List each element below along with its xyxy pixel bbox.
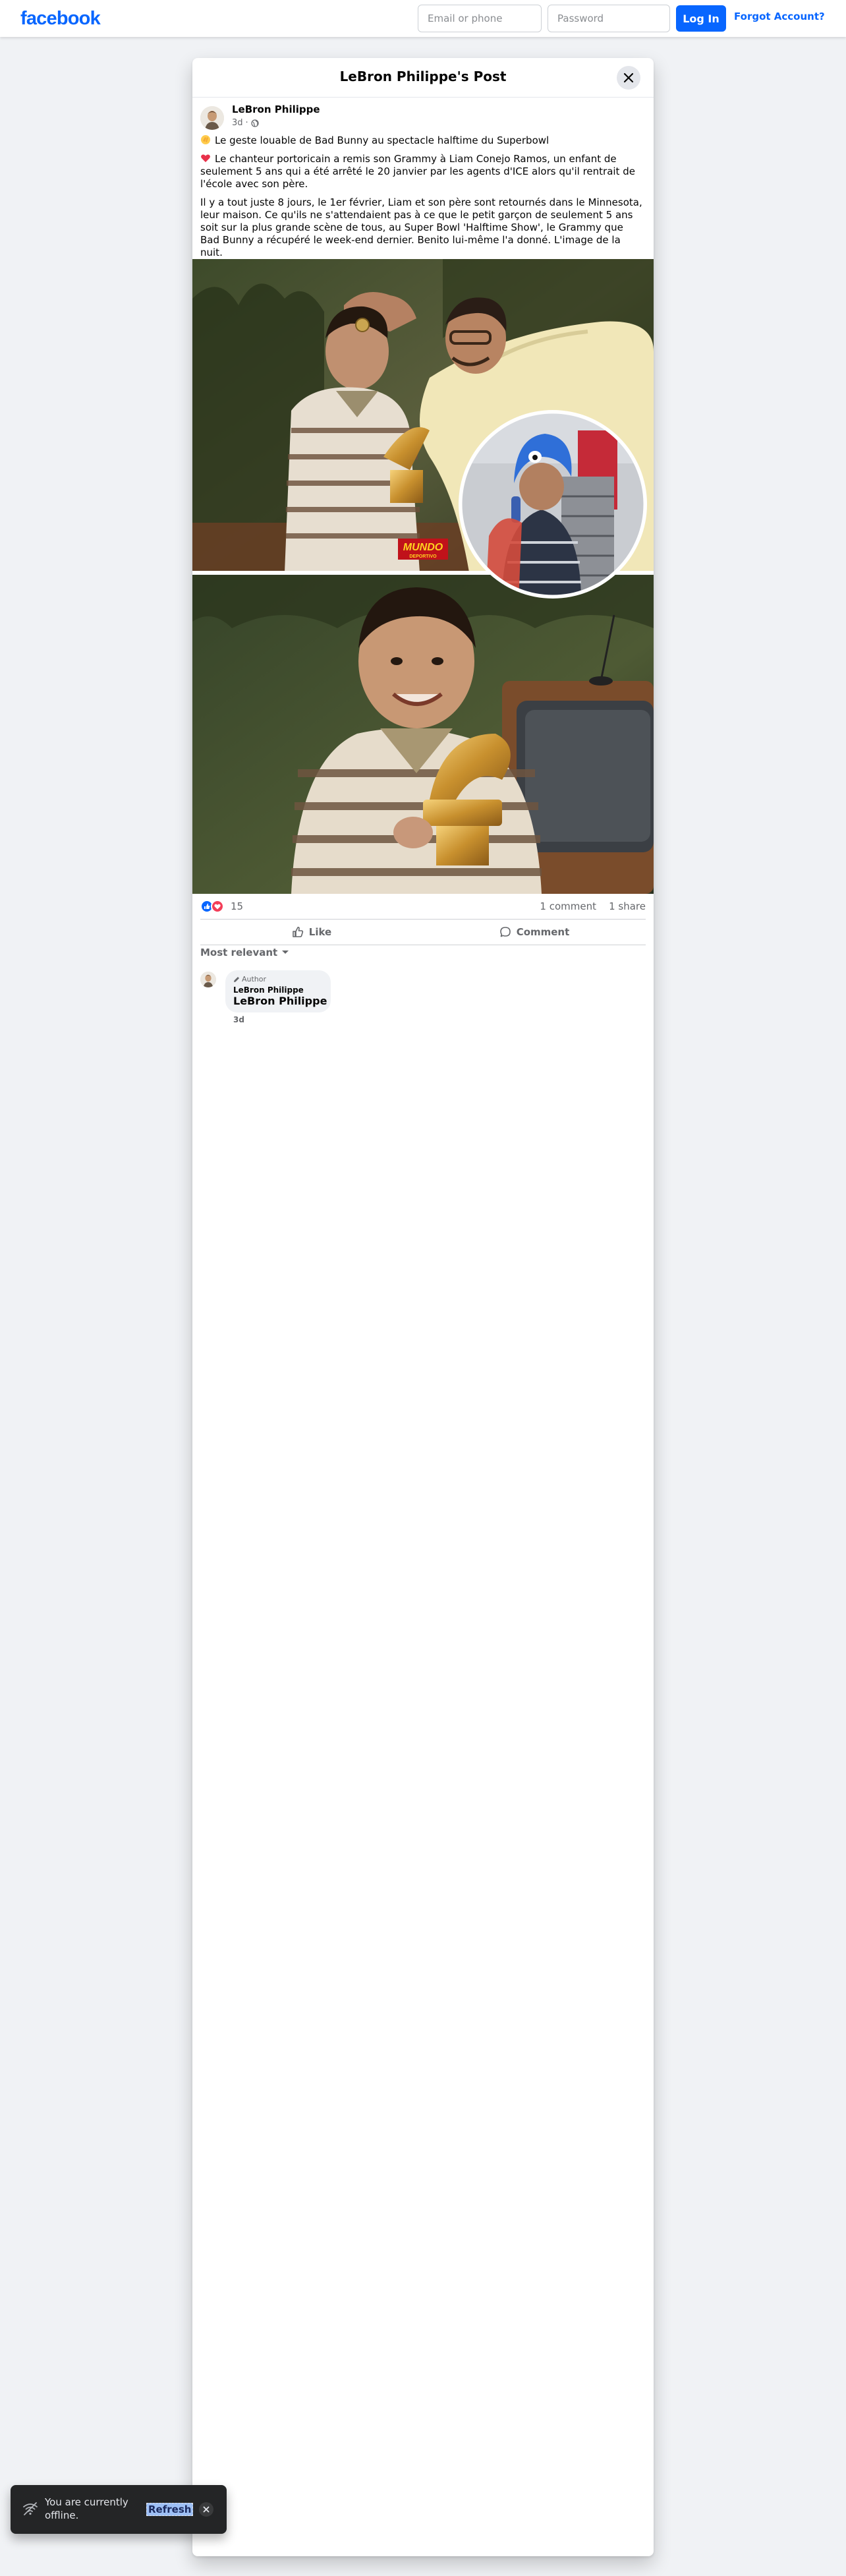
photo-watermark: MUNDO DEPORTIVO [398, 539, 448, 560]
meta-separator: · [245, 118, 248, 128]
red-heart-icon [201, 154, 210, 162]
globe-icon [251, 119, 259, 127]
close-icon [203, 2506, 210, 2513]
password-input[interactable] [548, 5, 670, 32]
comment-author-avatar[interactable] [200, 972, 216, 987]
shares-count[interactable]: 1 share [609, 900, 646, 912]
dialog-header: LeBron Philippe's Post [192, 58, 654, 98]
comment-bubble: Author LeBron Philippe LeBron Philippe [225, 970, 331, 1012]
clapping-hands-icon [201, 135, 210, 144]
top-bar: facebook Log In Forgot Account? [0, 0, 846, 37]
refresh-link[interactable]: Refresh [146, 2503, 194, 2516]
reaction-count[interactable]: 15 [231, 900, 243, 912]
author-avatar[interactable] [200, 106, 224, 130]
comment-author-name[interactable]: LeBron Philippe [233, 985, 304, 995]
login-button[interactable]: Log In [676, 5, 726, 32]
thumbs-up-icon [292, 926, 303, 937]
post-line-1-text: Le geste louable de Bad Bunny au spectac… [215, 134, 550, 146]
engagement-counts: 1 comment 1 share [540, 900, 646, 912]
reactions-row: 15 1 comment 1 share [200, 899, 646, 914]
post-photo-image: MUNDO DEPORTIVO [192, 259, 654, 894]
comment-label: Comment [516, 926, 570, 938]
toast-close-button[interactable] [199, 2502, 213, 2517]
pencil-icon [234, 976, 239, 982]
toast-message: You are currently offline. [45, 2496, 128, 2521]
comment-sort-dropdown[interactable]: Most relevant [200, 947, 289, 958]
wifi-off-icon [23, 2502, 38, 2515]
svg-text:DEPORTIVO: DEPORTIVO [409, 554, 437, 559]
like-button[interactable]: Like [200, 920, 423, 945]
post-line-2-text: Le chanteur portoricain a remis son Gram… [200, 153, 635, 190]
comments-count[interactable]: 1 comment [540, 900, 596, 912]
post-actions: Like Comment [200, 919, 646, 945]
count-separator [600, 900, 606, 912]
facebook-logo[interactable]: facebook [20, 8, 101, 30]
comment-time[interactable]: 3d [233, 1015, 244, 1024]
close-icon [623, 73, 634, 83]
email-input[interactable] [418, 5, 542, 32]
svg-text:MUNDO: MUNDO [403, 542, 443, 553]
reaction-icons[interactable] [200, 900, 228, 913]
author-badge-label: Author [242, 975, 267, 983]
post-line-2: Le chanteur portoricain a remis son Gram… [200, 153, 643, 190]
offline-toast: You are currently offline. Refresh [11, 2485, 227, 2534]
forgot-account-link[interactable]: Forgot Account? [734, 11, 825, 22]
comment-text: LeBron Philippe [233, 995, 327, 1007]
post-dialog: LeBron Philippe's Post LeBron Philippe 3… [192, 58, 654, 2556]
like-label: Like [308, 926, 332, 938]
comment-button[interactable]: Comment [423, 920, 646, 945]
post-photo[interactable]: MUNDO DEPORTIVO [192, 259, 654, 894]
post-meta: 3d · [232, 118, 259, 128]
post-line-3: Il y a tout juste 8 jours, le 1er févrie… [200, 196, 642, 258]
post-line-1: Le geste louable de Bad Bunny au spectac… [200, 134, 643, 147]
author-badge: Author [233, 975, 266, 983]
post-time[interactable]: 3d [232, 118, 243, 128]
author-name[interactable]: LeBron Philippe [232, 103, 320, 115]
comment-sort-label: Most relevant [200, 947, 278, 958]
comment-icon [499, 927, 511, 937]
chevron-down-icon [282, 951, 289, 954]
close-button[interactable] [617, 66, 640, 90]
dialog-title: LeBron Philippe's Post [339, 69, 507, 84]
